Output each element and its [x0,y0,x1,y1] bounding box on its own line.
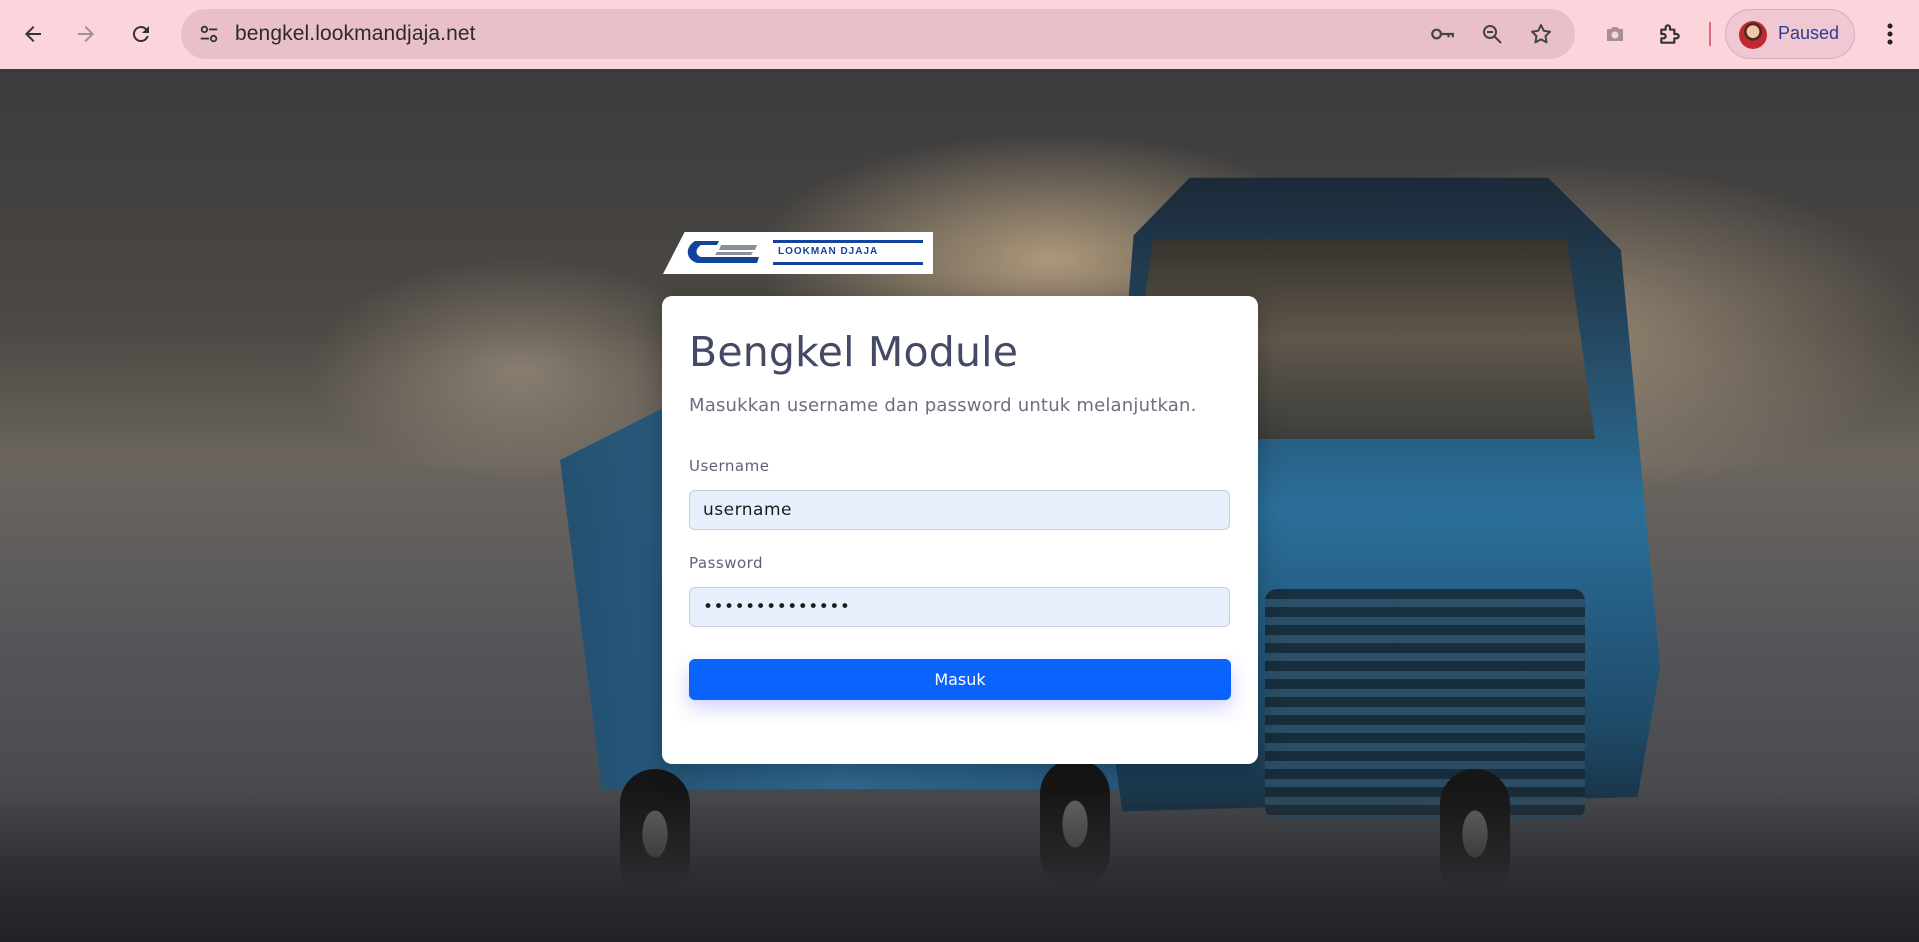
toolbar-divider [1709,22,1711,46]
bookmark-button[interactable] [1528,21,1554,47]
kebab-menu-icon [1887,23,1893,45]
ground [0,789,1919,942]
logo-mark-icon [687,241,759,263]
zoom-button[interactable] [1479,21,1505,47]
key-icon [1431,28,1454,40]
arrow-right-icon [78,26,94,42]
profile-status-label: Paused [1778,23,1840,43]
camera-icon [1607,27,1623,41]
login-card: Bengkel Module Masukkan username dan pas… [662,296,1258,764]
company-logo: LOOKMAN DJAJA [663,232,933,274]
username-label: Username [689,457,770,475]
login-button[interactable]: Masuk [689,659,1231,700]
arrow-left-icon [25,26,41,42]
reload-button[interactable] [121,14,161,54]
zoom-icon [1483,25,1502,44]
username-input[interactable] [689,490,1230,530]
login-subtitle: Masukkan username dan password untuk mel… [689,395,1197,416]
logo-stripe [773,240,923,243]
site-settings-button[interactable] [193,18,225,50]
star-icon [1531,24,1551,44]
logo-text: LOOKMAN DJAJA [778,246,879,257]
password-label: Password [689,554,764,572]
address-bar[interactable]: bengkel.lookmandjaja.net [181,9,1575,59]
profile-button[interactable]: Paused [1725,9,1855,59]
forward-button[interactable] [66,14,106,54]
puzzle-icon [1660,24,1680,44]
reload-icon [132,26,149,43]
logo-stripe [773,262,923,265]
extensions-button[interactable] [1656,20,1684,48]
page-title: Bengkel Module [689,328,1019,376]
browser-menu-button[interactable] [1872,16,1908,52]
truck-grille-image [1265,589,1585,819]
password-key-button[interactable] [1429,21,1455,47]
url-text[interactable]: bengkel.lookmandjaja.net [235,22,476,46]
browser-toolbar: bengkel.lookmandjaja.net Paused [0,0,1919,69]
back-button[interactable] [13,14,53,54]
tune-icon [200,25,218,43]
avatar [1739,21,1767,49]
screenshot-button[interactable] [1601,20,1629,48]
password-input[interactable] [689,587,1230,627]
